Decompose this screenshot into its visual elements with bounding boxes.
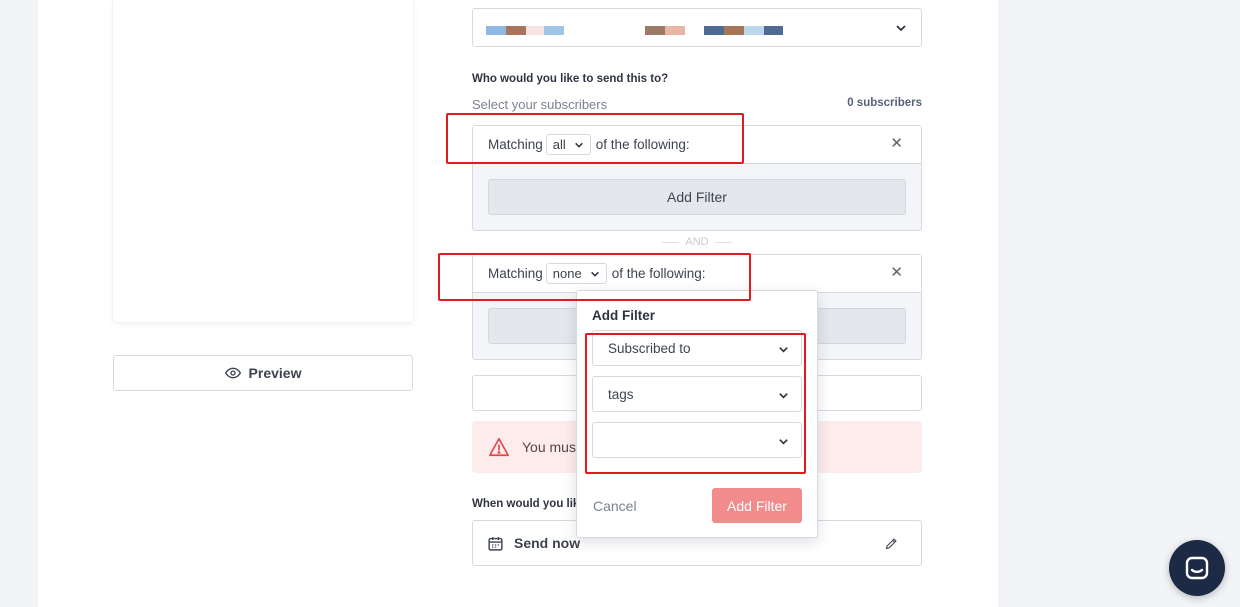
calendar-icon [488,536,503,551]
matching-label: Matching [488,137,543,152]
select-subscribers-label: Select your subscribers [472,97,608,112]
following-label: of the following: [611,266,706,281]
subscriber-count: 0 subscribers [847,97,922,109]
filter-type-select[interactable]: tags [592,376,802,412]
filter-group-header: Matching all of the following: ✕ [473,126,921,164]
close-icon[interactable]: ✕ [890,265,903,280]
match-mode-select[interactable]: none [545,263,607,284]
warning-icon [489,437,509,457]
popover-title: Add Filter [592,308,655,323]
sender-swatch [724,26,744,35]
match-mode-select[interactable]: all [545,134,591,155]
chat-launcher-button[interactable] [1169,540,1225,596]
and-separator: AND [662,236,733,248]
filter-field-value: Subscribed to [608,340,691,356]
email-preview-card [113,0,413,322]
add-filter-label: Add Filter [667,189,727,205]
schedule-question: When would you lik [472,498,580,510]
match-mode-value: none [552,266,582,281]
chevron-down-icon [590,271,599,277]
sender-swatch [544,26,564,35]
sender-select[interactable] [472,8,922,47]
preview-button[interactable]: Preview [113,355,413,391]
add-filter-button[interactable]: Add Filter [488,179,906,215]
filter-group-1: Matching all of the following: ✕ Add Fil… [472,125,922,231]
add-filter-popover: Add Filter Subscribed to tags Cancel Add… [576,290,818,538]
filter-group-header: Matching none of the following: ✕ [473,255,921,293]
recipients-question: Who would you like to send this to? [472,73,669,85]
chevron-down-icon [896,25,906,32]
sender-swatch [506,26,526,35]
add-filter-submit-label: Add Filter [727,497,787,514]
sender-swatch [764,26,783,35]
filter-field-select[interactable]: Subscribed to [592,330,802,366]
filter-value-select[interactable] [592,422,802,458]
following-label: of the following: [595,137,690,152]
filter-type-value: tags [608,386,634,402]
warning-text: You mus [522,439,576,455]
and-label: AND [685,236,709,248]
close-icon[interactable]: ✕ [890,136,903,151]
match-mode-value: all [552,137,566,152]
chevron-down-icon [779,393,788,399]
sender-swatch [744,26,764,35]
chevron-down-icon [779,347,788,353]
add-filter-submit-button[interactable]: Add Filter [712,488,802,523]
sender-swatch [486,26,506,35]
eye-icon [224,367,241,379]
sender-swatch [665,26,685,35]
preview-label: Preview [248,365,302,381]
sender-swatch [645,26,665,35]
chat-icon [1185,556,1209,580]
sender-swatch [526,26,544,35]
schedule-value: Send now [514,535,581,551]
sender-swatch [704,26,724,35]
matching-label: Matching [488,266,543,281]
chevron-down-icon [779,439,788,445]
pencil-icon[interactable] [884,536,899,551]
chevron-down-icon [574,142,583,148]
cancel-button[interactable]: Cancel [593,498,637,514]
